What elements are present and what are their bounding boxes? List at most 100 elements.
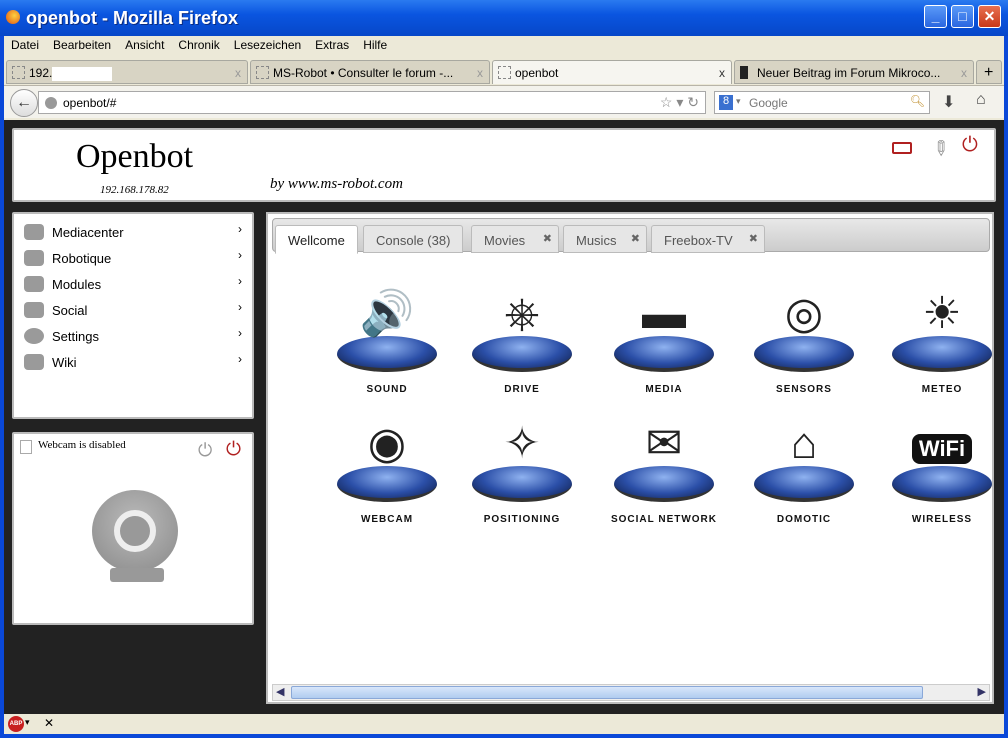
page-icon <box>740 66 748 79</box>
app-label: Wireless <box>911 514 973 525</box>
app-drive[interactable]: ⎈ Drive <box>462 284 582 404</box>
tab-wellcome[interactable]: Wellcome <box>275 225 358 254</box>
webcam-power-icon[interactable]: ⏻ <box>226 439 241 461</box>
byline: by www.ms-robot.com <box>270 176 403 192</box>
gear-icon <box>24 328 44 344</box>
download-icon[interactable]: ⬇ <box>942 92 955 112</box>
close-tab-icon[interactable]: ✖ <box>631 232 640 245</box>
menu-extras[interactable]: Extras <box>308 36 356 56</box>
horizontal-scrollbar[interactable]: ◀ ▶ <box>272 684 990 701</box>
sidebar-item-settings[interactable]: Settings › <box>22 326 246 348</box>
wireless-icon: WiFi <box>912 434 972 464</box>
scroll-left-arrow[interactable]: ◀ <box>276 685 284 698</box>
sidebar-item-mediacenter[interactable]: Mediacenter › <box>22 222 246 244</box>
minimize-button[interactable]: _ <box>924 5 947 28</box>
menu-datei[interactable]: Datei <box>4 36 46 56</box>
google-icon: 8 <box>719 95 733 110</box>
tab-console[interactable]: Console (38) <box>363 225 464 253</box>
menu-bar: Datei Bearbeiten Ansicht Chronik Lesezei… <box>4 36 394 56</box>
url-text: openbot/# <box>63 96 117 110</box>
browser-tab-active[interactable]: openbot x <box>492 60 732 84</box>
users-icon <box>24 302 44 318</box>
url-bar[interactable]: openbot/# ☆ ▾ ↻ <box>38 91 706 114</box>
redacted-area <box>52 66 113 81</box>
tab-label: Musics <box>576 233 617 248</box>
tab-musics[interactable]: Musics ✖ <box>563 225 647 253</box>
dropdown-icon[interactable]: ▾ <box>736 96 741 107</box>
browser-tab[interactable]: 192. x <box>6 60 248 84</box>
sidebar-item-robotique[interactable]: Robotique › <box>22 248 246 270</box>
sidebar-item-label: Settings <box>52 329 99 344</box>
media-icon: ▬ <box>642 289 686 338</box>
app-label: Sound <box>366 384 408 395</box>
tab-label: 192. <box>29 66 53 80</box>
domotic-icon: ⌂ <box>790 419 818 468</box>
page-icon <box>498 66 511 79</box>
tab-movies[interactable]: Movies ✖ <box>471 225 559 253</box>
sidebar-item-label: Wiki <box>52 355 77 370</box>
browser-tab[interactable]: Neuer Beitrag im Forum Mikroco... x <box>734 60 974 84</box>
chevron-right-icon: › <box>238 274 242 288</box>
webcam-standby-icon[interactable]: ⏻ <box>198 440 212 461</box>
sidebar-item-wiki[interactable]: Wiki › <box>22 352 246 374</box>
app-wireless[interactable]: WiFi Wireless <box>882 414 1002 534</box>
bookmark-star-reload-icons[interactable]: ☆ ▾ ↻ <box>660 94 699 111</box>
tab-label: Freebox-TV <box>664 233 733 248</box>
close-tab-icon[interactable]: ✖ <box>749 232 758 245</box>
magnifier-icon[interactable]: 🔍︎ <box>910 94 925 108</box>
app-label: Domotic <box>776 514 832 525</box>
menu-chronik[interactable]: Chronik <box>171 36 226 56</box>
new-tab-button[interactable]: + <box>976 60 1002 84</box>
battery-icon[interactable] <box>892 142 912 154</box>
tab-label: openbot <box>515 66 559 80</box>
tab-label: Console (38) <box>376 233 451 248</box>
app-positioning[interactable]: ✧ Positioning <box>462 414 582 534</box>
close-tab-icon[interactable]: x <box>477 66 483 80</box>
app-label: Webcam <box>360 514 414 525</box>
dropdown-icon[interactable]: ▾ <box>25 717 30 728</box>
close-addon-bar-icon[interactable]: ✕ <box>44 716 54 730</box>
app-label: Positioning <box>483 514 561 525</box>
puzzle-icon <box>24 276 44 292</box>
app-sensors[interactable]: ◎ Sensors <box>744 284 864 404</box>
app-label: Meteo <box>921 384 963 395</box>
plug-icon[interactable]: ✎ <box>926 134 956 164</box>
tab-freebox-tv[interactable]: Freebox-TV ✖ <box>651 225 765 253</box>
back-button[interactable]: ← <box>10 89 38 117</box>
menu-lesezeichen[interactable]: Lesezeichen <box>227 36 308 56</box>
scroll-thumb[interactable] <box>291 686 923 699</box>
webcam-icon: ◉ <box>367 419 407 468</box>
menu-ansicht[interactable]: Ansicht <box>118 36 171 56</box>
sidebar-item-modules[interactable]: Modules › <box>22 274 246 296</box>
search-placeholder: Google <box>749 96 788 110</box>
browser-tab[interactable]: MS-Robot • Consulter le forum -... x <box>250 60 490 84</box>
app-label: Drive <box>504 384 540 395</box>
menu-bearbeiten[interactable]: Bearbeiten <box>46 36 118 56</box>
maximize-button[interactable]: □ <box>951 5 974 28</box>
app-meteo[interactable]: ☀ Meteo <box>882 284 1002 404</box>
search-input[interactable]: 8 ▾ Google 🔍︎ <box>714 91 930 114</box>
close-button[interactable]: ✕ <box>978 5 1001 28</box>
app-media[interactable]: ▬ Media <box>604 284 724 404</box>
app-label: Social Network <box>610 514 718 525</box>
app-domotic[interactable]: ⌂ Domotic <box>744 414 864 534</box>
sidebar-item-label: Robotique <box>52 251 112 266</box>
app-webcam[interactable]: ◉ Webcam <box>327 414 447 534</box>
menu-hilfe[interactable]: Hilfe <box>356 36 394 56</box>
close-tab-icon[interactable]: ✖ <box>543 232 552 245</box>
close-tab-icon[interactable]: x <box>235 66 241 80</box>
sidebar-item-social[interactable]: Social › <box>22 300 246 322</box>
page-icon <box>12 66 25 79</box>
social-network-icon: ✉ <box>645 419 683 468</box>
adblock-icon[interactable]: ABP <box>8 716 24 732</box>
scroll-right-arrow[interactable]: ▶ <box>978 685 986 698</box>
app-sound[interactable]: 🔊 Sound <box>327 284 447 404</box>
browser-tab-strip: 192. x MS-Robot • Consulter le forum -...… <box>4 58 1004 85</box>
tab-label: Movies <box>484 233 526 248</box>
app-social-network[interactable]: ✉ Social Network <box>604 414 724 534</box>
close-tab-icon[interactable]: x <box>719 66 725 80</box>
close-tab-icon[interactable]: x <box>961 66 967 80</box>
home-icon[interactable]: ⌂ <box>976 91 986 109</box>
title-bar: openbot - Mozilla Firefox _ □ ✕ <box>0 0 1008 36</box>
power-icon[interactable]: ⏻ <box>962 134 978 157</box>
